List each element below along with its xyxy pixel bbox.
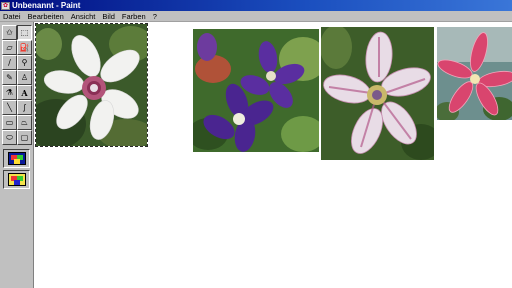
menu-ansicht[interactable]: Ansicht [68, 11, 100, 22]
title-bar: ✿ Unbenannt - Paint [0, 0, 512, 11]
tool-box: ✩ ⬚ ▱ ⛽ ∕ ⚲ ✎ ♙ ⚗ A ╲ ∫ ▭ ⏢ ⬭ ▢ [0, 22, 34, 288]
tool-button[interactable]: ✎ [2, 70, 17, 85]
tool-button[interactable]: ⏢ [17, 115, 32, 130]
color-picker-icon: ∕ [8, 57, 11, 67]
opaque-background-option[interactable] [3, 149, 30, 168]
line-icon: ╲ [7, 102, 12, 112]
pasted-image-purple-clematis[interactable] [193, 29, 319, 152]
opaque-option-icon [7, 152, 26, 165]
pasted-image-white-clematis[interactable] [36, 24, 147, 146]
paint-app-icon[interactable]: ✿ [1, 1, 10, 10]
tool-button[interactable]: ▢ [17, 130, 32, 145]
transparent-background-option[interactable] [3, 170, 30, 189]
text-icon: A [21, 87, 28, 98]
menu-bar: Datei Bearbeiten Ansicht Bild Farben ? [0, 11, 512, 22]
tool-button[interactable]: ▭ [2, 115, 17, 130]
eraser-icon: ▱ [6, 42, 13, 52]
select-icon: ⬚ [20, 27, 29, 37]
canvas-area[interactable] [35, 22, 512, 288]
brush-icon: ♙ [20, 72, 29, 82]
tool-grid: ✩ ⬚ ▱ ⛽ ∕ ⚲ ✎ ♙ ⚗ A ╲ ∫ ▭ ⏢ ⬭ ▢ [2, 25, 32, 145]
menu-help[interactable]: ? [150, 11, 161, 22]
window-title: Unbenannt - Paint [12, 1, 81, 10]
tool-button[interactable]: ▱ [2, 40, 17, 55]
tool-button[interactable]: A [17, 85, 32, 100]
curve-icon: ∫ [22, 102, 27, 112]
menu-bild[interactable]: Bild [99, 11, 119, 22]
pasted-image-pink-striped-clematis[interactable] [321, 27, 434, 160]
tool-button[interactable]: ⛽ [17, 40, 32, 55]
tool-button[interactable]: ╲ [2, 100, 17, 115]
pasted-image-deep-pink-clematis[interactable] [437, 27, 512, 120]
rectangle-icon: ▭ [5, 117, 14, 127]
tool-button[interactable]: ♙ [17, 70, 32, 85]
tool-button[interactable]: ⬚ [17, 25, 32, 40]
transparent-option-icon [7, 173, 26, 186]
free-form-select-icon: ✩ [6, 27, 13, 37]
tool-button[interactable]: ∕ [2, 55, 17, 70]
menu-datei[interactable]: Datei [0, 11, 25, 22]
airbrush-icon: ⚗ [5, 87, 14, 97]
ellipse-icon: ⬭ [6, 132, 13, 142]
fill-bucket-icon: ⛽ [19, 42, 30, 52]
polygon-icon: ⏢ [21, 117, 28, 127]
menu-farben[interactable]: Farben [119, 11, 150, 22]
tool-button[interactable]: ✩ [2, 25, 17, 40]
tool-button[interactable]: ⚗ [2, 85, 17, 100]
rounded-rectangle-icon: ▢ [20, 132, 29, 142]
magnifier-icon: ⚲ [21, 57, 28, 67]
pencil-icon: ✎ [6, 72, 13, 82]
menu-bearbeiten[interactable]: Bearbeiten [25, 11, 68, 22]
tool-button[interactable]: ⬭ [2, 130, 17, 145]
tool-button[interactable]: ∫ [17, 100, 32, 115]
tool-button[interactable]: ⚲ [17, 55, 32, 70]
